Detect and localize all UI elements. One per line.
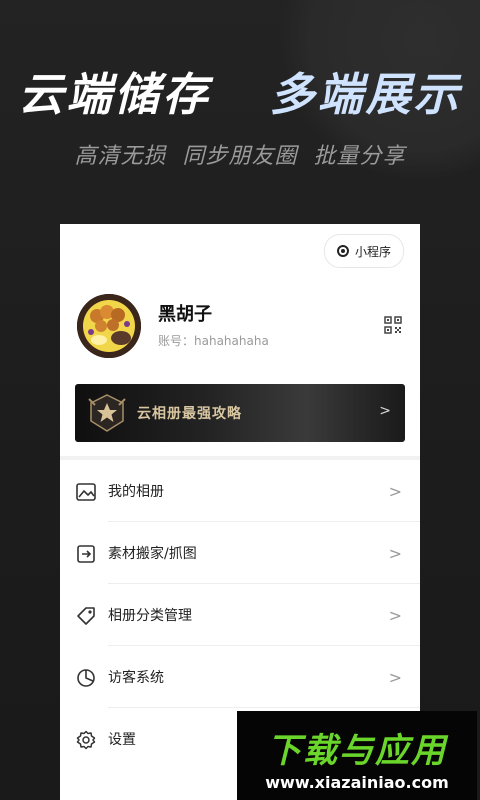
gear-icon: [76, 730, 96, 750]
tag-icon: [77, 607, 95, 625]
menu-item-label: 素材搬家/抓图: [108, 546, 197, 562]
pie-chart-icon: [77, 669, 95, 687]
star-badge-icon: [88, 394, 126, 432]
qr-code-icon[interactable]: [384, 316, 402, 334]
guide-banner[interactable]: 云相册最强攻略 >: [75, 384, 405, 442]
chevron-right-icon: >: [388, 481, 402, 501]
mini-program-label: 小程序: [354, 244, 391, 259]
site-watermark: 下载与应用 www.xiazainiao.com: [237, 711, 477, 800]
menu-item-label: 访客系统: [108, 670, 164, 686]
chevron-right-icon: >: [388, 667, 402, 687]
chevron-right-icon: >: [388, 543, 402, 563]
account-id: 账号：hahahahaha: [158, 334, 269, 348]
banner-text: 云相册最强攻略: [137, 406, 242, 422]
mini-program-button[interactable]: 小程序: [323, 234, 404, 268]
banner-chevron-icon: >: [379, 403, 391, 419]
user-name: 黑胡子: [158, 304, 212, 325]
menu-item-label: 相册分类管理: [108, 608, 192, 624]
menu-item-import[interactable]: 素材搬家/抓图 >: [60, 522, 420, 584]
chevron-right-icon: >: [388, 605, 402, 625]
promo-headline: 云端储存 多端展示: [0, 58, 480, 123]
menu-item-category-management[interactable]: 相册分类管理 >: [60, 584, 420, 646]
promo-subline: 高清无损 同步朋友圈 批量分享: [74, 144, 406, 169]
menu-item-my-albums[interactable]: 我的相册 >: [60, 460, 420, 522]
headline-left: 云端储存: [18, 68, 211, 121]
mini-program-icon: [336, 245, 349, 257]
headline-right: 多端展示: [269, 68, 462, 121]
watermark-title: 下载与应用: [267, 731, 447, 771]
menu-item-label: 我的相册: [108, 484, 164, 500]
avatar[interactable]: [77, 294, 141, 358]
import-icon: [77, 545, 95, 563]
menu-item-label: 设置: [108, 732, 136, 748]
album-icon: [76, 483, 96, 501]
watermark-url: www.xiazainiao.com: [265, 773, 449, 792]
food-photo-icon: [77, 294, 141, 358]
menu-item-visitor-system[interactable]: 访客系统 >: [60, 646, 420, 708]
